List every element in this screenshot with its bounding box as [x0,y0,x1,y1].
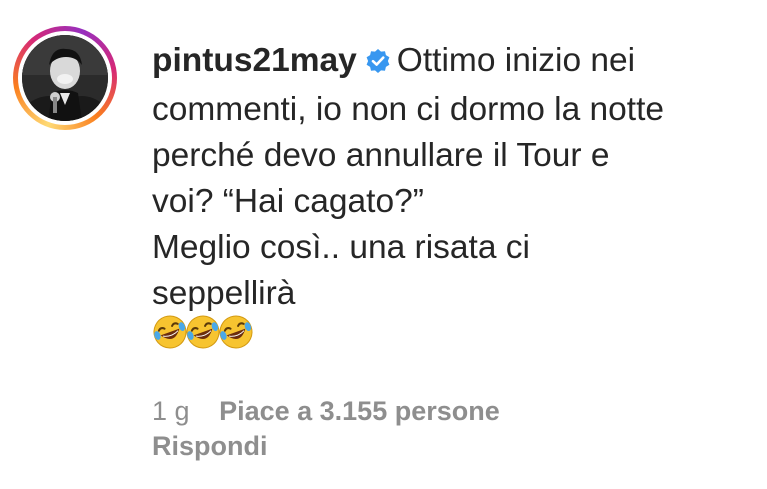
rolling-on-floor-laughing-emoji-icon [152,314,188,350]
likes-count-link[interactable]: Piace a 3.155 persone [219,396,500,426]
comment: pintus21may Ottimo inizio nei commenti, i… [0,0,767,489]
comment-text-line: voi? “Hai cagato?” [152,183,424,220]
story-ring-avatar[interactable] [13,26,117,130]
rolling-on-floor-laughing-emoji-icon [218,314,254,350]
comment-text-line: Meglio così.. una risata ci [152,229,530,266]
comment-text: pintus21may Ottimo inizio nei commenti, i… [152,38,752,317]
comment-text-line: commenti, io non ci dormo la notte [152,91,665,128]
avatar [22,35,108,121]
comment-timestamp[interactable]: 1 g [152,396,190,426]
comment-text-line: perché devo annullare il Tour e [152,137,610,174]
comment-line-1: pintus21may Ottimo inizio nei [152,38,752,87]
comment-text-line: Ottimo inizio nei [396,42,636,79]
rolling-on-floor-laughing-emoji-icon [185,314,221,350]
emoji-row [152,314,254,354]
profile-photo-icon [22,35,108,121]
verified-badge-icon [365,41,391,87]
username-link[interactable]: pintus21may [152,42,357,79]
comment-text-line: seppellirà [152,275,296,312]
reply-button[interactable]: Rispondi [152,426,268,466]
comment-meta: 1 g Piace a 3.155 persone [152,391,500,431]
